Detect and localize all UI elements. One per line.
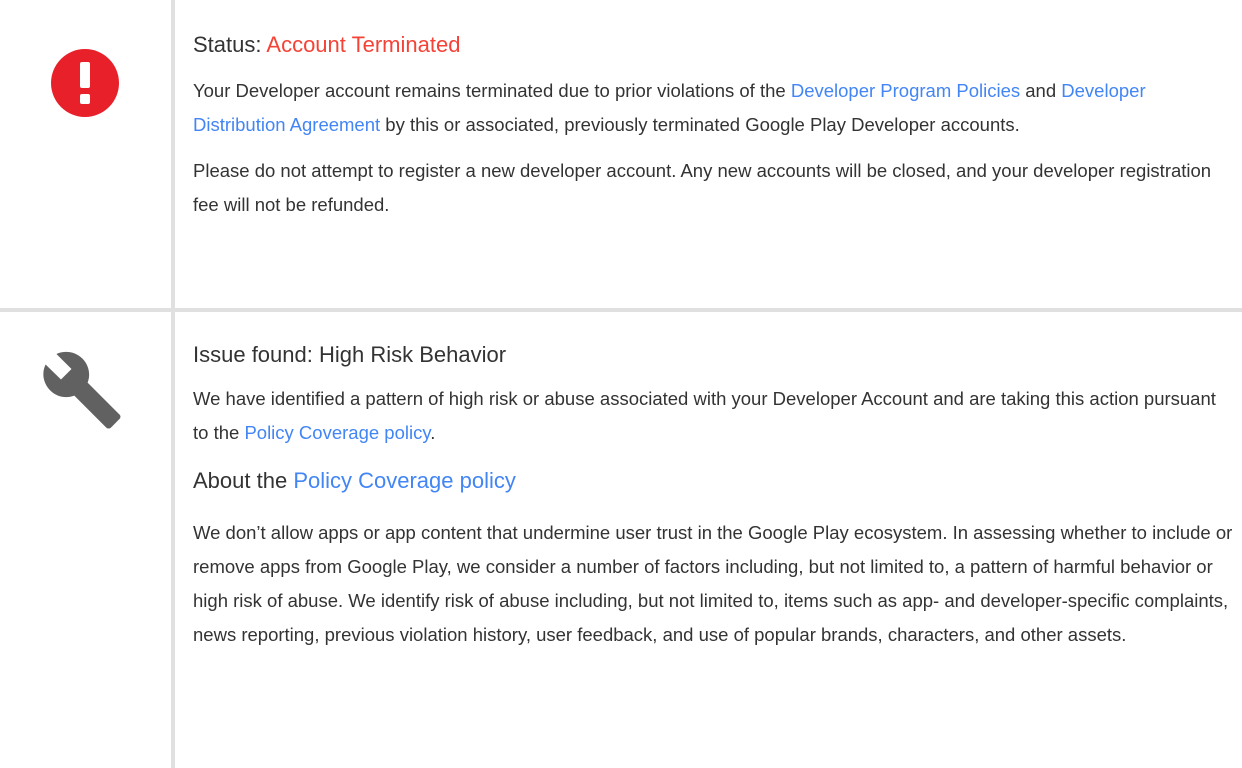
issue-heading: Issue found: High Risk Behavior bbox=[193, 342, 507, 367]
about-paragraph: We don’t allow apps or app content that … bbox=[193, 522, 1233, 645]
about-policy-coverage-link[interactable]: Policy Coverage policy bbox=[293, 468, 516, 493]
error-icon bbox=[50, 48, 120, 118]
status-paragraph-1: Your Developer account remains terminate… bbox=[193, 74, 1233, 142]
status-text-c: by this or associated, previously termin… bbox=[380, 114, 1020, 135]
about-label: About the bbox=[193, 468, 294, 493]
issue-section: Issue found: High Risk Behavior We have … bbox=[193, 340, 1233, 652]
developer-program-policies-link[interactable]: Developer Program Policies bbox=[791, 80, 1020, 101]
about-heading: About the Policy Coverage policy bbox=[193, 466, 1233, 496]
policy-status-page: Status: Account Terminated Your Develope… bbox=[0, 0, 1242, 768]
status-heading: Status: Account Terminated bbox=[193, 30, 1233, 60]
policy-coverage-link[interactable]: Policy Coverage policy bbox=[244, 422, 430, 443]
status-text-a: Your Developer account remains terminate… bbox=[193, 80, 791, 101]
status-value: Account Terminated bbox=[266, 32, 461, 57]
vertical-divider bbox=[171, 0, 175, 768]
status-section: Status: Account Terminated Your Develope… bbox=[193, 30, 1233, 222]
wrench-icon bbox=[40, 348, 124, 432]
issue-text-b: . bbox=[430, 422, 436, 443]
horizontal-divider bbox=[0, 308, 1242, 312]
status-text-b: and bbox=[1020, 80, 1062, 101]
status-paragraph-2: Please do not attempt to register a new … bbox=[193, 160, 1212, 215]
status-heading-label: Status: bbox=[193, 32, 267, 57]
issue-paragraph: We have identified a pattern of high ris… bbox=[193, 382, 1233, 450]
